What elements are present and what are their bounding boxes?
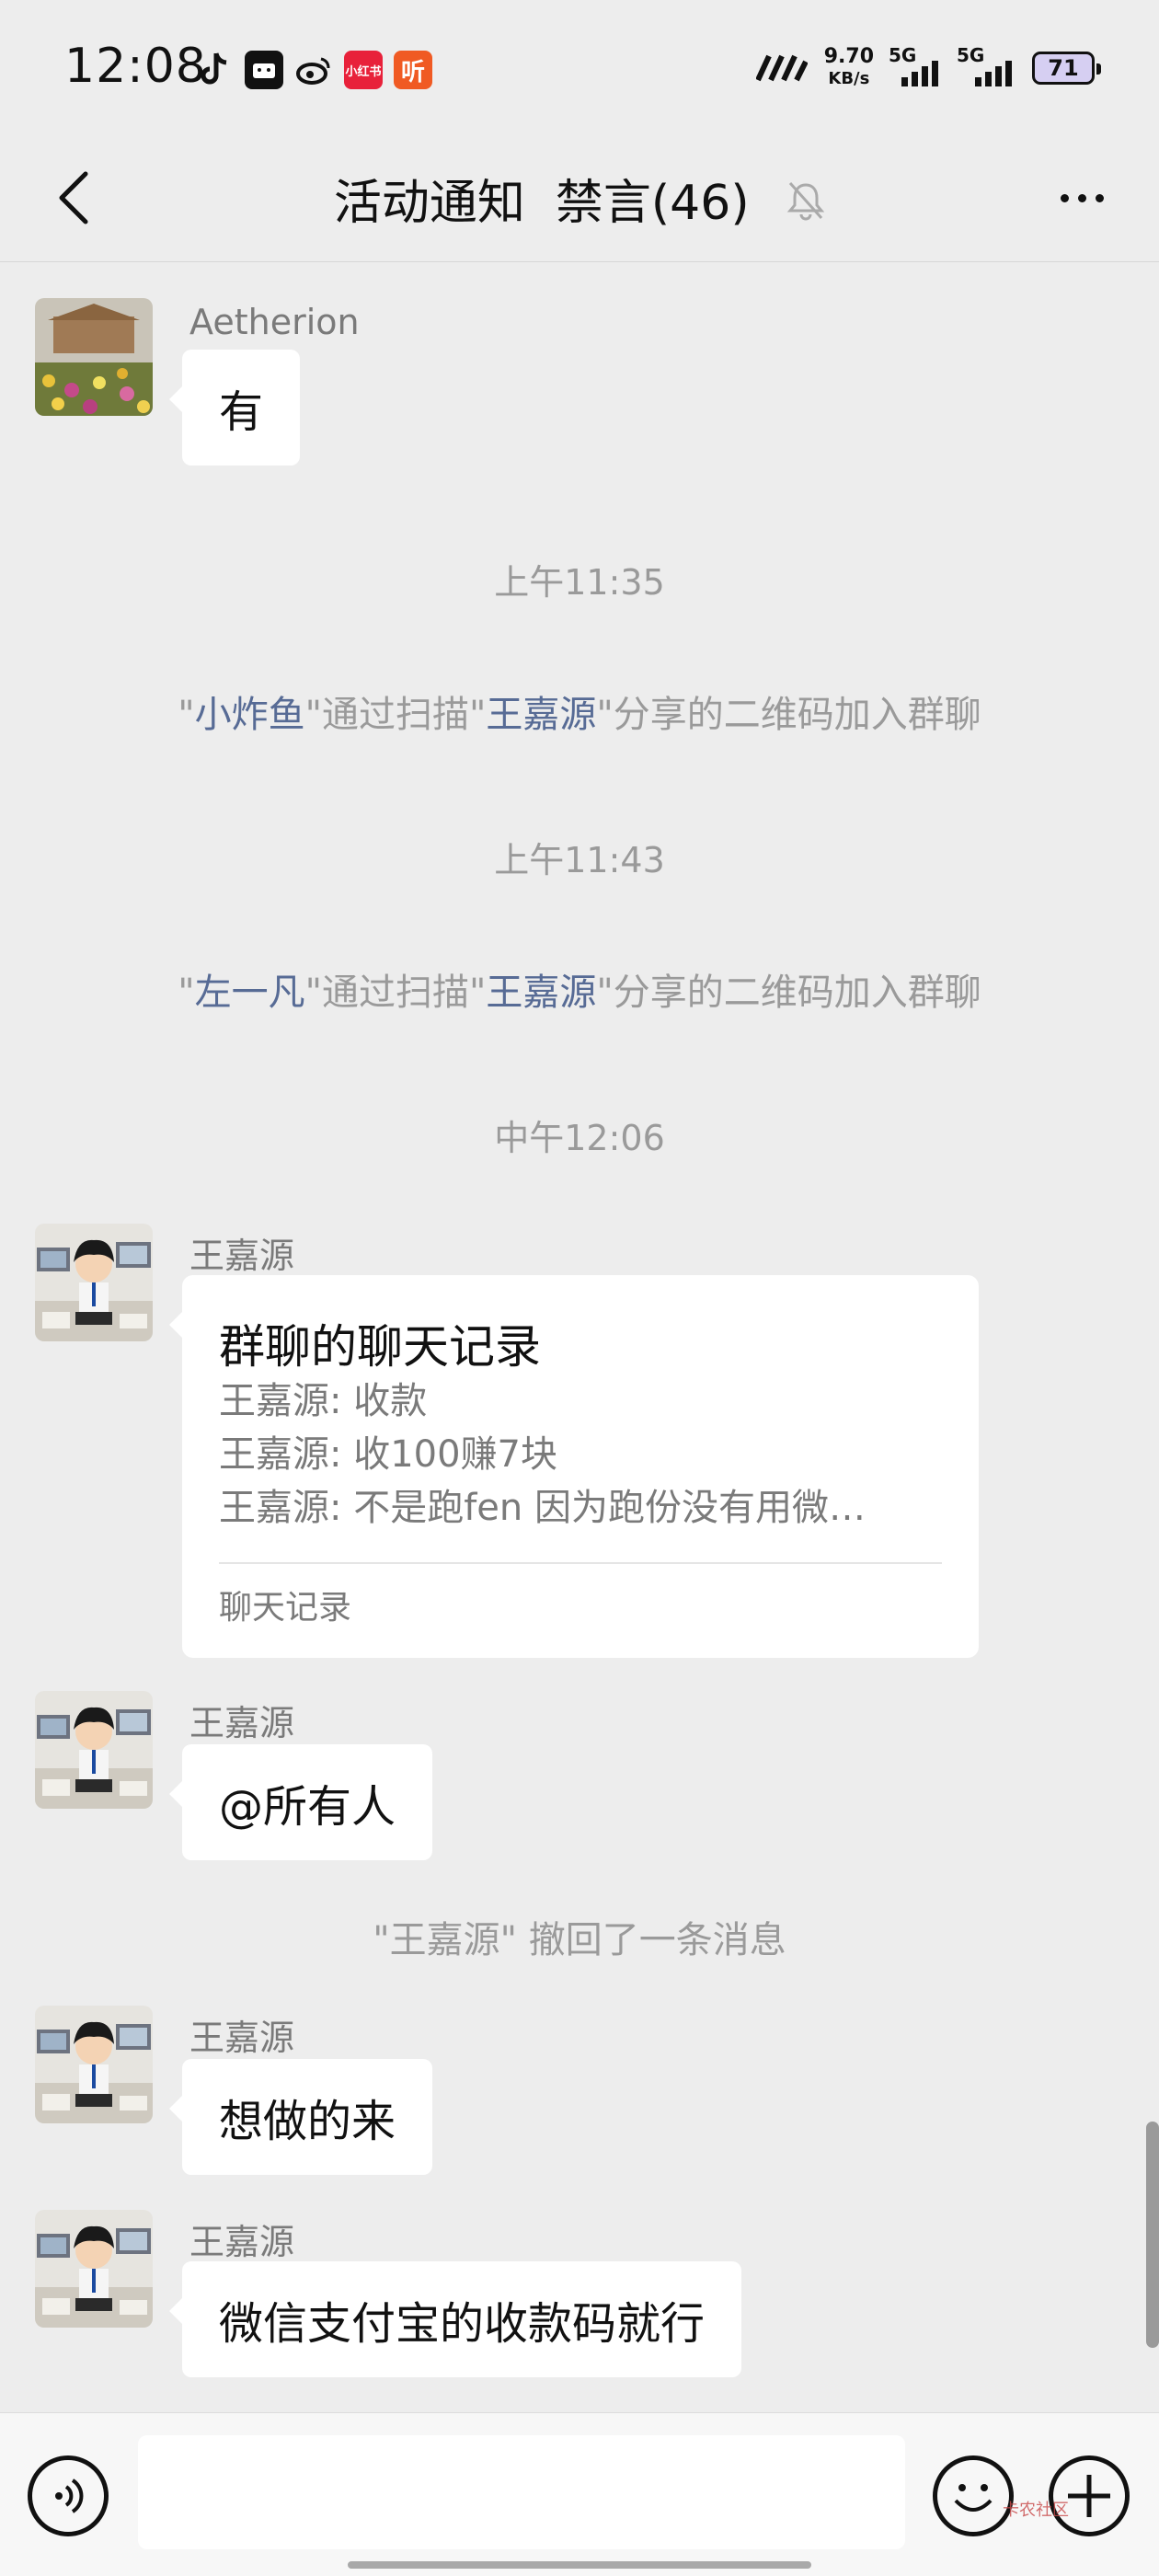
divider [219,1562,942,1564]
status-app-icons: 小红书 听 [195,51,432,89]
network-speed: 9.70 KB/s [823,45,874,89]
sender-name: 王嘉源 [189,1703,295,1743]
message-bubble[interactable]: 有 [168,350,301,466]
emoji-icon [954,2484,993,2512]
system-message: "左一凡"通过扫描"王嘉源"分享的二维码加入群聊 [178,972,981,1014]
member-link[interactable]: 左一凡 [195,972,305,1014]
message-bubble[interactable]: @所有人 [168,1744,433,1860]
emoji-button[interactable] [933,2455,1014,2536]
recall-notice: "王嘉源" 撤回了一条消息 [373,1919,786,1961]
chat-title: 活动通知 禁言(46) [0,164,1159,234]
sender-name: Aetherion [189,302,360,342]
dot-icon [1095,193,1104,202]
chat-history-label: 聊天记录 [219,1589,352,1627]
timestamp: 上午11:35 [494,562,665,603]
status-bar: 12:08 小红书 听 9.70 KB/s 5G 5G 71 [0,0,1159,138]
status-right: 9.70 KB/s 5G 5G 71 [755,44,1101,90]
more-functions-button[interactable] [1049,2455,1130,2536]
input-bar [0,2412,1159,2576]
voice-icon [55,2478,84,2513]
avatar-wangjiayuan[interactable] [35,2210,153,2328]
timestamp: 中午12:06 [494,1118,665,1158]
avatar-wangjiayuan[interactable] [35,1691,153,1809]
chat-title-text: 活动通知 禁言(46) [333,176,750,231]
chat-history-line: 王嘉源: 收100赚7块 [219,1433,557,1476]
chat-header: 活动通知 禁言(46) [0,138,1159,262]
avatar-aetherion[interactable] [35,298,153,416]
sender-name: 王嘉源 [189,2222,295,2262]
listen-icon: 听 [394,51,432,89]
chat-history-card[interactable]: 群聊的聊天记录 王嘉源: 收款 王嘉源: 收100赚7块 王嘉源: 不是跑fen… [169,1275,979,1658]
mute-bell-icon [786,178,825,234]
chat-history-title: 群聊的聊天记录 [219,1320,541,1374]
xiaohongshu-icon: 小红书 [344,51,383,89]
sender-name: 王嘉源 [189,2018,295,2058]
home-indicator[interactable] [348,2561,811,2569]
avatar-wangjiayuan[interactable] [35,2006,153,2123]
signal-sim2-icon: 5G [957,44,1016,86]
tiktok-icon [195,51,234,89]
chat-history-line: 王嘉源: 收款 [219,1380,428,1422]
dot-icon [1077,193,1086,202]
member-link[interactable]: 王嘉源 [486,972,596,1014]
more-menu-button[interactable] [1045,166,1119,230]
scrollbar[interactable] [1146,2122,1159,2348]
app-icon [245,51,283,89]
status-time: 12:08 [64,39,207,94]
member-link[interactable]: 王嘉源 [486,694,596,736]
message-input[interactable] [138,2435,905,2549]
message-bubble[interactable]: 想做的来 [168,2059,433,2175]
avatar-wangjiayuan[interactable] [35,1224,153,1341]
battery-icon: 71 [1032,52,1101,85]
m-brand-icon [755,54,808,82]
weibo-icon [294,51,333,89]
timestamp: 上午11:43 [494,840,665,880]
plus-icon [1068,2475,1110,2517]
voice-input-button[interactable] [28,2455,109,2536]
dot-icon [1060,193,1069,202]
watermark: 卡农社区 [1003,2501,1069,2520]
member-link[interactable]: 小炸鱼 [195,694,305,736]
signal-sim1-icon: 5G [889,44,942,86]
system-message: "小炸鱼"通过扫描"王嘉源"分享的二维码加入群聊 [178,694,981,736]
chat-history-line: 王嘉源: 不是跑fen 因为跑份没有用微… [219,1487,866,1529]
sender-name: 王嘉源 [189,1236,295,1276]
message-bubble[interactable]: 微信支付宝的收款码就行 [168,2261,742,2377]
